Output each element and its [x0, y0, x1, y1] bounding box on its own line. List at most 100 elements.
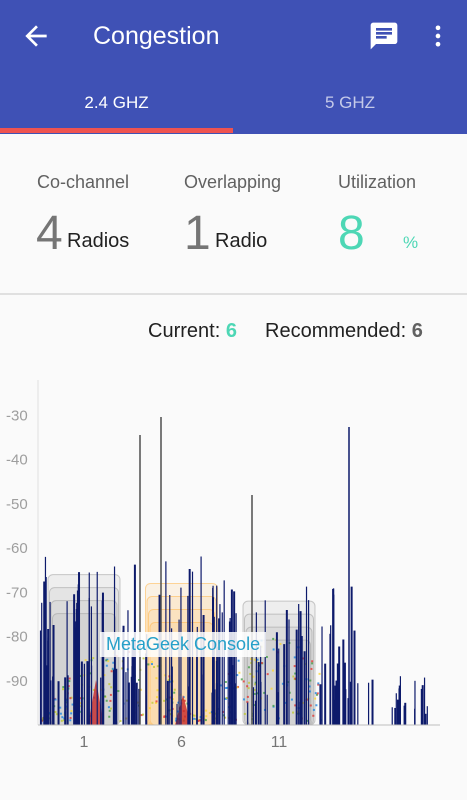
density-point — [156, 665, 159, 668]
density-point — [314, 692, 317, 695]
density-point — [70, 710, 73, 713]
density-point — [272, 704, 275, 707]
density-point — [69, 697, 72, 700]
density-point — [238, 671, 241, 674]
overlapping-unit: Radio — [215, 230, 268, 252]
recommended-channel-label: Recommended: — [265, 320, 407, 342]
density-point — [69, 719, 72, 722]
density-point — [246, 685, 249, 688]
density-point — [314, 697, 317, 700]
utilization-unit: % — [403, 233, 419, 252]
watermark-label: MetaGeek Console — [100, 632, 267, 657]
density-point — [147, 663, 150, 666]
density-point — [266, 673, 269, 676]
x-tick-label: 1 — [80, 734, 89, 751]
density-point — [108, 709, 111, 712]
chat-icon[interactable] — [368, 20, 400, 52]
density-point — [142, 657, 145, 660]
density-point — [242, 698, 245, 701]
density-point — [142, 713, 145, 716]
density-point — [311, 662, 314, 665]
density-point — [312, 708, 315, 711]
divider — [0, 293, 467, 295]
density-point — [119, 719, 122, 722]
density-point — [107, 660, 110, 663]
density-point — [109, 707, 112, 710]
density-point — [105, 659, 108, 662]
more-vert-icon[interactable] — [424, 20, 452, 52]
density-point — [163, 715, 166, 718]
tab-indicator — [0, 128, 233, 133]
density-point — [224, 680, 227, 683]
density-point — [253, 692, 256, 695]
recommended-channel: Recommended: 6 — [265, 320, 423, 343]
density-point — [62, 686, 65, 689]
density-point — [293, 656, 296, 659]
density-point — [247, 687, 250, 690]
density-point — [111, 667, 114, 670]
cochannel-label: Co-channel — [37, 172, 130, 192]
density-point — [92, 657, 95, 660]
density-point — [104, 695, 107, 698]
density-point — [155, 696, 158, 699]
spectrum-chart[interactable]: -30 -40 -50 -60 -70 -80 -90 1 6 11 — [0, 370, 467, 760]
overlapping-label: Overlapping — [184, 172, 282, 192]
density-point — [84, 659, 87, 662]
density-point — [193, 714, 196, 717]
y-tick-label: -80 — [6, 629, 28, 646]
density-point — [208, 712, 211, 715]
density-point — [204, 719, 207, 722]
tab-2-4-ghz[interactable]: 2.4 GHZ — [0, 78, 233, 132]
density-point — [247, 666, 250, 669]
density-point — [198, 719, 201, 722]
density-point — [246, 695, 249, 698]
y-tick-label: -30 — [6, 407, 28, 424]
density-point — [155, 700, 158, 703]
utilization-label: Utilization — [338, 172, 417, 192]
density-point — [315, 704, 318, 707]
density-point — [311, 660, 314, 663]
density-point — [317, 682, 320, 685]
density-point — [290, 698, 293, 701]
density-point — [308, 690, 311, 693]
density-point — [270, 687, 273, 690]
app-bar: Congestion 2.4 GHZ 5 GHZ — [0, 0, 467, 134]
current-channel-label: Current: — [148, 320, 221, 342]
y-tick-label: -90 — [6, 673, 28, 690]
density-point — [271, 669, 274, 672]
arrow-back-icon[interactable] — [20, 20, 52, 52]
density-point — [316, 692, 319, 695]
density-point — [59, 712, 62, 715]
recommended-channel-value: 6 — [411, 320, 423, 342]
current-channel: Current: 6 — [148, 320, 237, 343]
density-point — [173, 691, 176, 694]
density-point — [68, 677, 71, 680]
density-point — [292, 711, 295, 714]
density-point — [151, 701, 154, 704]
density-point — [70, 712, 73, 715]
cochannel-value: 4 — [36, 207, 63, 260]
density-point — [110, 686, 113, 689]
density-point — [105, 699, 108, 702]
density-point — [272, 648, 275, 651]
density-point — [248, 681, 251, 684]
tab-5-ghz[interactable]: 5 GHZ — [233, 78, 467, 132]
overlapping-value: 1 — [184, 207, 211, 260]
density-point — [243, 712, 246, 715]
congestion-stats: Co-channel 4 Radios Overlapping 1 Radio … — [0, 134, 467, 294]
density-point — [105, 664, 108, 667]
density-point — [237, 659, 240, 662]
density-point — [69, 717, 72, 720]
density-point — [240, 678, 243, 681]
density-point — [312, 714, 315, 717]
density-point — [193, 717, 196, 720]
density-point — [265, 655, 268, 658]
density-point — [152, 665, 155, 668]
density-point — [242, 680, 245, 683]
y-tick-label: -50 — [6, 496, 28, 513]
density-point — [107, 706, 110, 709]
density-point — [173, 688, 176, 691]
density-point — [60, 719, 63, 722]
density-point — [155, 677, 158, 680]
density-point — [54, 698, 57, 701]
